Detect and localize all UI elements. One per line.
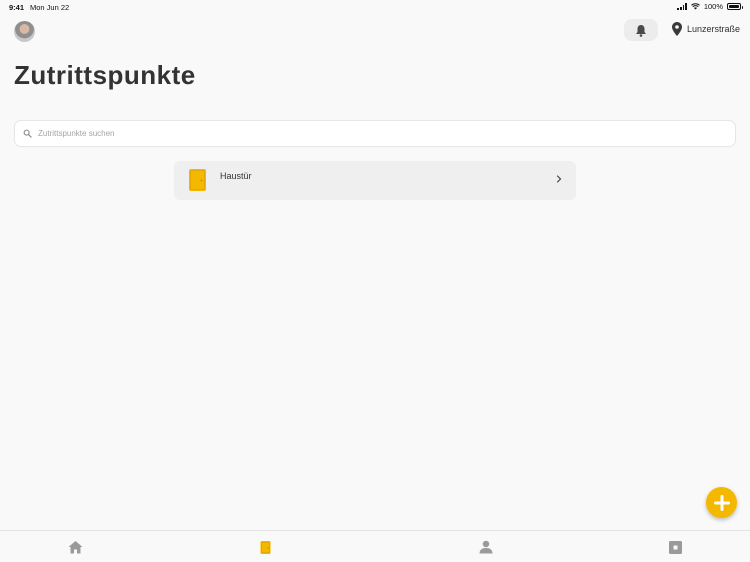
- door-icon: [189, 169, 206, 191]
- status-date: Mon Jun 22: [30, 3, 70, 12]
- list-item-label: Haustür: [220, 171, 252, 181]
- tab-access-points[interactable]: [256, 539, 274, 555]
- door-icon: [259, 540, 271, 554]
- location-label: Lunzerstraße: [686, 24, 740, 34]
- map-pin-icon: [671, 22, 682, 36]
- chevron-right-icon: [556, 175, 562, 183]
- tab-profile[interactable]: [477, 539, 495, 555]
- wifi-icon: [690, 3, 700, 10]
- app-screen: 9:41 Mon Jun 22 100% Lunzerstraße Zutrit…: [0, 0, 750, 562]
- home-icon: [68, 541, 82, 554]
- list-item-haustuer[interactable]: Haustür: [174, 161, 576, 200]
- person-icon: [479, 540, 493, 554]
- tab-home[interactable]: [66, 539, 84, 555]
- search-input[interactable]: [38, 129, 718, 138]
- status-indicators: 100%: [677, 2, 743, 11]
- square-icon: [668, 540, 682, 554]
- avatar[interactable]: [14, 21, 35, 42]
- notifications-button[interactable]: [624, 19, 658, 41]
- tab-more[interactable]: [666, 539, 684, 555]
- battery-icon: [727, 3, 743, 10]
- plus-icon: [713, 494, 730, 511]
- add-access-point-button[interactable]: [706, 487, 737, 518]
- bell-icon: [636, 24, 646, 37]
- page-title: Zutrittspunkte: [14, 60, 196, 90]
- battery-percent: 100%: [703, 2, 723, 11]
- search-bar[interactable]: [14, 120, 736, 147]
- status-bar: 9:41 Mon Jun 22 100%: [0, 0, 750, 14]
- location-selector[interactable]: Lunzerstraße: [671, 22, 740, 36]
- search-icon: [23, 129, 32, 138]
- cellular-signal-icon: [677, 3, 687, 10]
- tab-bar: [0, 530, 750, 562]
- status-time: 9:41: [9, 3, 25, 12]
